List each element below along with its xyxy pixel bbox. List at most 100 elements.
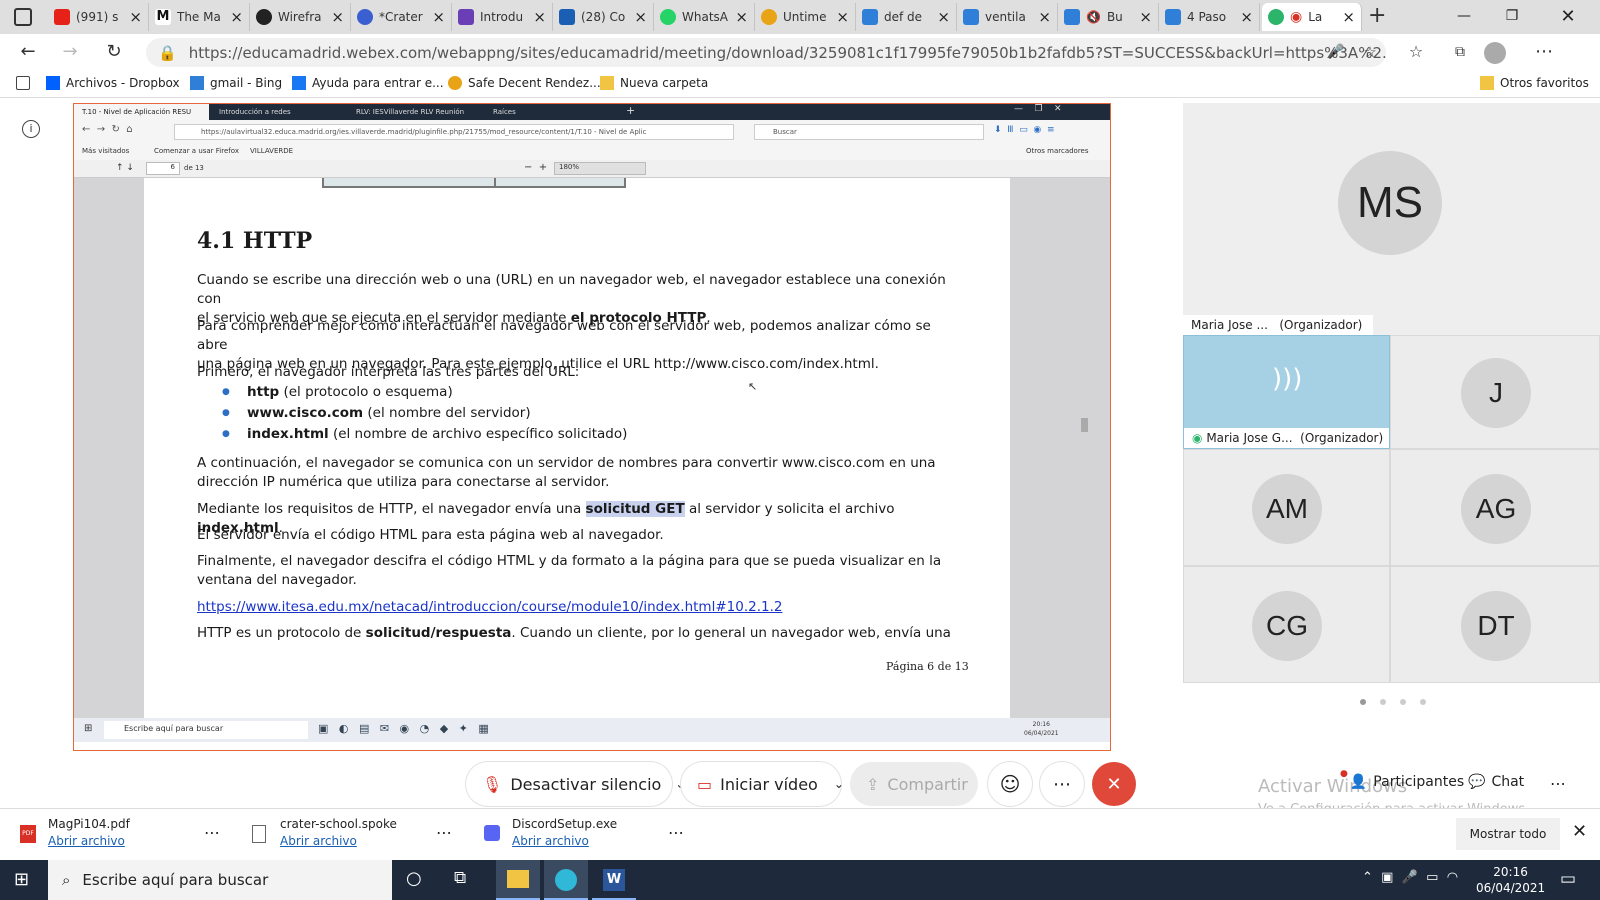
show-all-button[interactable]: Mostrar todo	[1456, 818, 1560, 850]
mute-button[interactable]: 🎙Desactivar silencio⌄	[466, 762, 685, 806]
browser-tab[interactable]: Introdu ×	[452, 3, 553, 31]
bookmark-label: Archivos - Dropbox	[66, 76, 180, 90]
close-icon[interactable]: ×	[129, 8, 142, 26]
bookmark-item[interactable]: Archivos - Dropbox	[46, 76, 180, 90]
participants-button[interactable]: ● 👤 Participantes	[1340, 769, 1464, 790]
close-icon[interactable]: ×	[634, 8, 647, 26]
section-heading: 4.1 HTTP	[197, 228, 313, 254]
taskbar-app-explorer[interactable]	[496, 860, 540, 900]
url-bar[interactable]: 🔒 https://educamadrid.webex.com/webappng…	[146, 38, 1386, 67]
video-tile-main[interactable]: MS Maria Jose ... (Organizador)	[1183, 103, 1600, 335]
taskbar-app-edge[interactable]	[544, 860, 588, 900]
bookmark-item[interactable]: gmail - Bing	[190, 76, 282, 90]
muted-speaker-icon[interactable]: 🔇	[1086, 10, 1101, 24]
browser-tab[interactable]: ventila ×	[957, 3, 1058, 31]
close-icon[interactable]: ×	[836, 8, 849, 26]
windows-start-icon[interactable]: ⊞	[14, 869, 29, 890]
favorites-icon[interactable]: ☆	[1402, 40, 1430, 64]
forward-button[interactable]: →	[56, 40, 84, 64]
video-tile[interactable]: AG	[1390, 449, 1600, 566]
start-video-button[interactable]: ▭ Iniciar vídeo ⌄	[681, 762, 844, 806]
task-view-icon[interactable]: ⧉	[454, 868, 466, 888]
microphone-icon[interactable]: 🎤	[1322, 40, 1350, 64]
browser-tab-active[interactable]: ◉ La ×	[1262, 3, 1362, 31]
reading-icon[interactable]	[16, 76, 36, 90]
close-icon[interactable]: ×	[735, 8, 748, 26]
browser-tab[interactable]: 4 Paso ×	[1159, 3, 1260, 31]
system-tray-icons[interactable]: ⌃ ▣ 🎤 ▭ ◠	[1362, 870, 1458, 885]
taskbar-search[interactable]: ⌕ Escribe aquí para buscar	[48, 860, 392, 900]
shared-scrollbar-thumb	[1081, 418, 1088, 432]
close-icon[interactable]: ×	[230, 8, 243, 26]
download-filename: MagPi104.pdf	[48, 817, 130, 831]
minimize-button[interactable]: —	[1440, 0, 1488, 32]
close-icon[interactable]: ×	[1342, 8, 1355, 26]
open-file-link[interactable]: Abrir archivo	[48, 834, 130, 848]
share-button[interactable]: ⇪ Compartir	[850, 762, 978, 806]
open-file-link[interactable]: Abrir archivo	[512, 834, 617, 848]
video-tile[interactable]: CG	[1183, 566, 1390, 683]
other-favorites[interactable]: Otros favoritos	[1480, 76, 1589, 90]
document-link[interactable]: https://www.itesa.edu.mx/netacad/introdu…	[197, 598, 957, 617]
bookmark-item[interactable]: Safe Decent Rendez...	[448, 76, 601, 90]
refresh-button[interactable]: ↻	[100, 40, 128, 64]
browser-tab[interactable]: Untime ×	[755, 3, 856, 31]
new-tab-button[interactable]: +	[1368, 3, 1386, 28]
taskbar-app-word[interactable]: W	[592, 860, 636, 900]
leave-meeting-button[interactable]: ✕	[1092, 762, 1136, 806]
collections-icon[interactable]: ⧉	[1446, 40, 1474, 64]
more-options-button[interactable]: ⋯	[1040, 762, 1084, 806]
video-tile[interactable]: DT	[1390, 566, 1600, 683]
browser-tab[interactable]: (991) s ×	[48, 3, 149, 31]
close-icon[interactable]: ×	[533, 8, 546, 26]
bookmark-item[interactable]: Ayuda para entrar e...	[292, 76, 444, 90]
cortana-icon[interactable]: ○	[406, 868, 422, 889]
chevron-down-icon[interactable]: ⌄	[834, 777, 844, 791]
bookmark-item[interactable]: Nueva carpeta	[600, 76, 708, 90]
browser-tab[interactable]: *Crater ×	[351, 3, 452, 31]
open-file-link[interactable]: Abrir archivo	[280, 834, 397, 848]
reactions-button[interactable]: ☺	[988, 762, 1032, 806]
lock-icon[interactable]: 🔒	[158, 44, 177, 62]
video-tile[interactable]: AM	[1183, 449, 1390, 566]
browser-tab[interactable]: (28) Co ×	[553, 3, 654, 31]
smiley-icon: ☺	[999, 772, 1021, 796]
downloads-bar: PDF MagPi104.pdf Abrir archivo ⋯ crater-s…	[0, 808, 1600, 860]
more-icon[interactable]: ⋯	[436, 823, 452, 842]
settings-more-icon[interactable]: ⋯	[1530, 40, 1558, 64]
video-tile-active-speaker[interactable]: ))) ◉ Maria Jose G... (Organizador)	[1183, 335, 1390, 449]
close-icon[interactable]: ✕	[1572, 821, 1587, 842]
browser-tab[interactable]: def de ×	[856, 3, 957, 31]
chat-button[interactable]: 💬 Chat	[1468, 774, 1524, 790]
participant-avatar: DT	[1461, 591, 1531, 661]
close-icon[interactable]: ×	[1038, 8, 1051, 26]
restore-button[interactable]: ❐	[1488, 0, 1536, 32]
notifications-icon[interactable]: ▭	[1560, 869, 1576, 889]
window-close-button[interactable]: ✕	[1544, 0, 1592, 32]
video-tile[interactable]: J	[1390, 335, 1600, 449]
download-item[interactable]: DiscordSetup.exe Abrir archivo	[512, 817, 617, 848]
more-icon[interactable]: ⋯	[204, 823, 220, 842]
browser-tab[interactable]: WhatsA ×	[654, 3, 755, 31]
back-button[interactable]: ←	[14, 40, 42, 64]
mouse-cursor-icon: ↖	[748, 380, 758, 393]
info-icon[interactable]: i	[22, 120, 40, 138]
more-icon[interactable]: ⋯	[1550, 774, 1566, 793]
add-favorite-icon[interactable]: ☆	[1356, 40, 1384, 64]
profile-avatar[interactable]	[1484, 42, 1506, 64]
tab-actions-icon[interactable]	[14, 8, 32, 26]
close-icon[interactable]: ×	[432, 8, 445, 26]
taskbar-clock[interactable]: 20:16 06/04/2021	[1476, 864, 1545, 896]
share-icon: ⇪	[866, 774, 880, 794]
download-item[interactable]: crater-school.spoke Abrir archivo	[280, 817, 397, 848]
browser-tab[interactable]: Wirefra ×	[250, 3, 351, 31]
close-icon[interactable]: ×	[1139, 8, 1152, 26]
panel-page-dots[interactable]	[1353, 690, 1433, 709]
close-icon[interactable]: ×	[1240, 8, 1253, 26]
close-icon[interactable]: ×	[331, 8, 344, 26]
close-icon[interactable]: ×	[937, 8, 950, 26]
download-item[interactable]: MagPi104.pdf Abrir archivo	[48, 817, 130, 848]
more-icon[interactable]: ⋯	[668, 823, 684, 842]
browser-tab[interactable]: M The Ma ×	[149, 3, 250, 31]
browser-tab[interactable]: 🔇 Bu ×	[1058, 3, 1159, 31]
